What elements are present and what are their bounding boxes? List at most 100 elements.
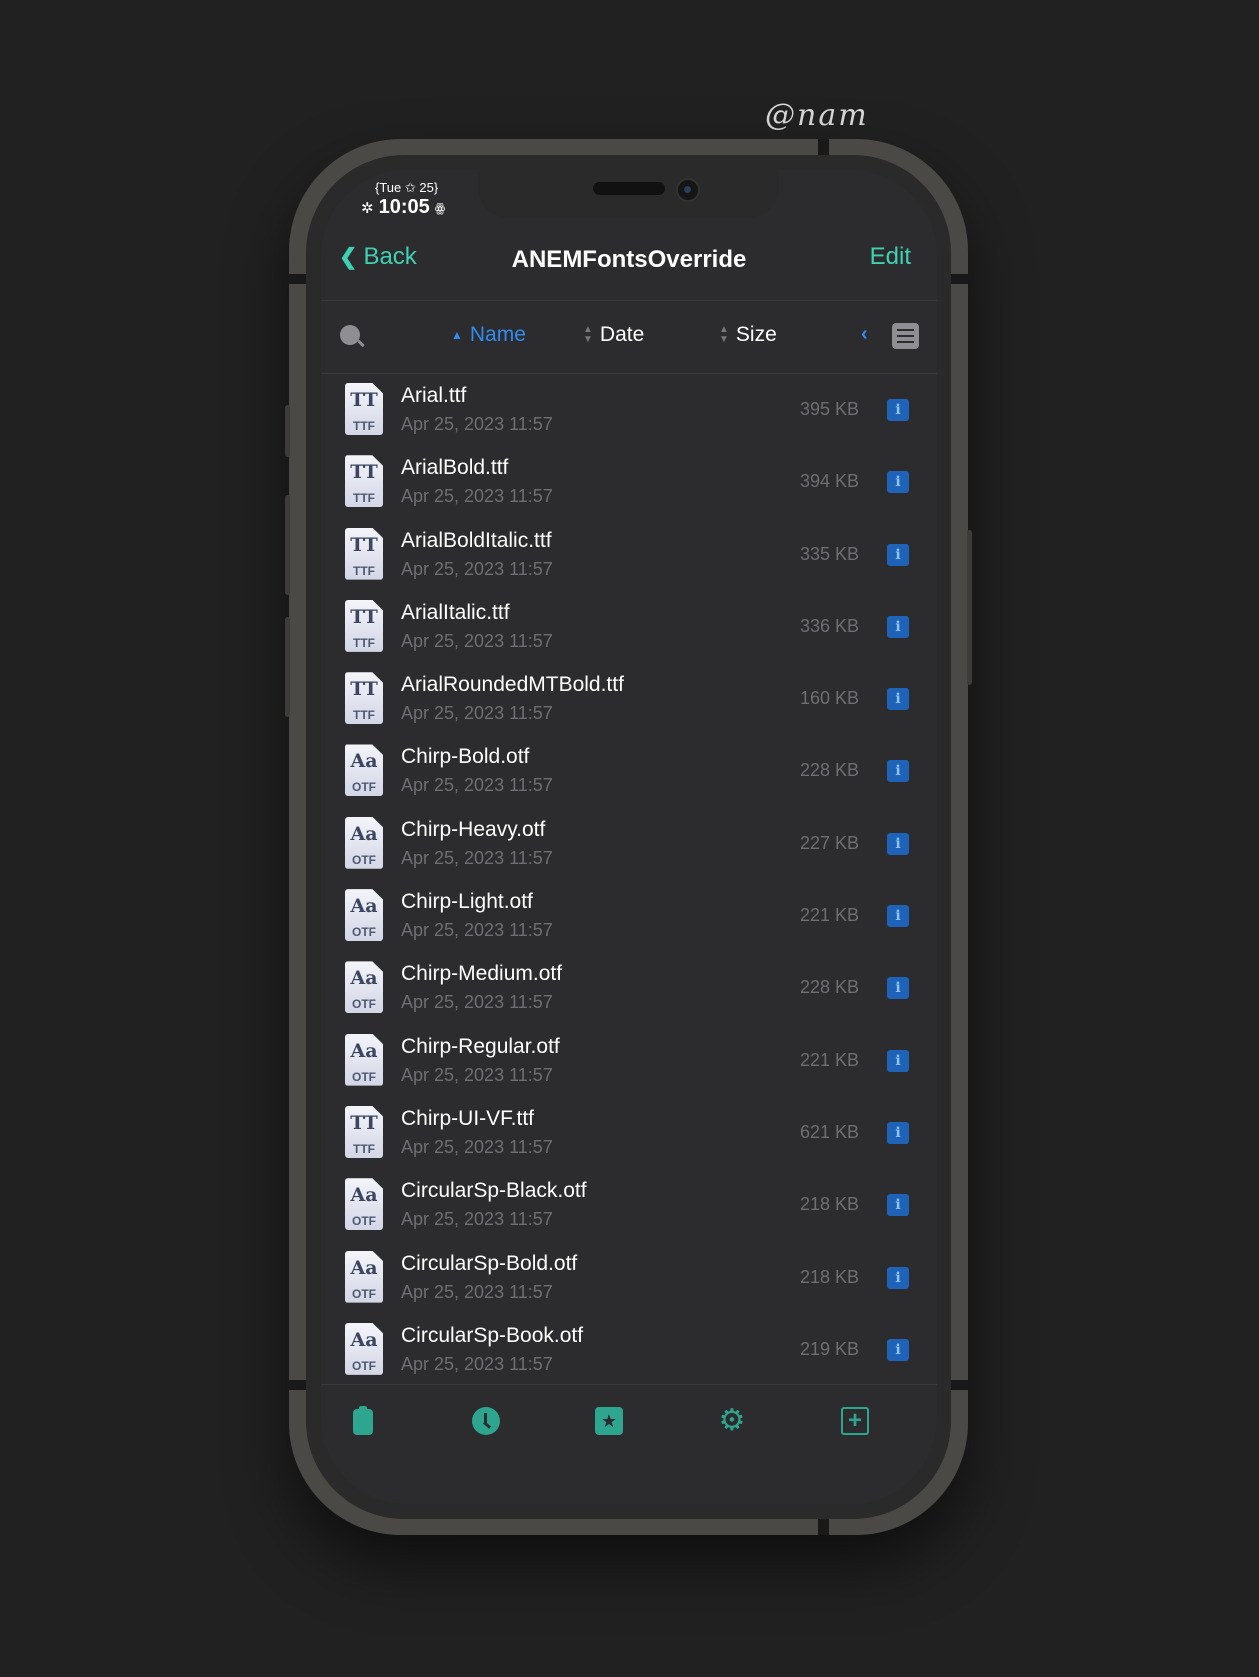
file-row[interactable]: Aa OTF Chirp-Bold.otf Apr 25, 2023 11:57 228… (321, 735, 937, 807)
ttf-font-file-icon: TT TTF (345, 672, 383, 725)
back-label: Back (363, 243, 417, 270)
volume-up-button (285, 495, 290, 595)
info-icon[interactable]: i (887, 760, 909, 783)
info-icon[interactable]: i (887, 615, 909, 638)
file-name: CircularSp-Black.otf (401, 1179, 587, 1203)
otf-font-file-icon: Aa OTF (345, 1033, 383, 1086)
font-glyph: Aa (350, 1328, 378, 1351)
file-extension: OTF (352, 1069, 376, 1084)
file-row[interactable]: TT TTF ArialRoundedMTBold.ttf Apr 25, 2023 … (321, 663, 937, 735)
antenna-band (818, 139, 829, 155)
file-size: 227 KB (799, 832, 859, 853)
info-icon[interactable]: i (887, 1194, 909, 1217)
otf-font-file-icon: Aa OTF (345, 961, 383, 1014)
search-icon[interactable] (340, 325, 360, 345)
status-bar: {Tue ✩ 25} ✲ 10:05 ꙮ (361, 180, 445, 219)
file-size: 621 KB (799, 1121, 859, 1142)
ttf-font-file-icon: TT TTF (345, 599, 383, 652)
font-glyph: Aa (350, 822, 378, 845)
otf-font-file-icon: Aa OTF (345, 1178, 383, 1231)
file-size: 228 KB (799, 977, 859, 998)
chevron-left-icon[interactable]: ‹ (861, 323, 868, 346)
font-glyph: TT (350, 389, 378, 411)
settings-small-icon: ✲ (361, 199, 374, 217)
file-extension: OTF (352, 852, 376, 867)
file-date: Apr 25, 2023 11:57 (401, 1064, 553, 1085)
status-time-row: ✲ 10:05 ꙮ (361, 196, 445, 219)
ttf-font-file-icon: TT TTF (345, 1105, 383, 1158)
otf-font-file-icon: Aa OTF (345, 744, 383, 797)
tab-clipboard[interactable] (349, 1406, 377, 1435)
file-row[interactable]: Aa OTF Chirp-Light.otf Apr 25, 2023 11:57 22… (321, 880, 937, 952)
sort-by-name[interactable]: ▲ Name (451, 323, 526, 347)
file-row[interactable]: Aa OTF CircularSp-Book.otf Apr 25, 2023 11:… (321, 1314, 937, 1384)
screen: {Tue ✩ 25} ✲ 10:05 ꙮ ❮ Back ANEMFontsOve… (321, 170, 937, 1504)
antenna-band (289, 274, 306, 284)
navigation-bar: ❮ Back ANEMFontsOverride Edit (321, 232, 937, 288)
file-extension: TTF (353, 563, 375, 578)
file-extension: OTF (352, 780, 376, 795)
file-date: Apr 25, 2023 11:57 (401, 1136, 553, 1157)
file-row[interactable]: Aa OTF Chirp-Regular.otf Apr 25, 2023 11:57… (321, 1025, 937, 1097)
info-icon[interactable]: i (887, 688, 909, 711)
file-row[interactable]: TT TTF Arial.ttf Apr 25, 2023 11:57 395 KB i (321, 374, 937, 446)
font-glyph: Aa (350, 1039, 378, 1062)
file-name: Chirp-Bold.otf (401, 745, 530, 769)
file-row[interactable]: Aa OTF CircularSp-Black.otf Apr 25, 2023 11… (321, 1169, 937, 1241)
file-row[interactable]: TT TTF ArialBold.ttf Apr 25, 2023 11:57 394 … (321, 446, 937, 518)
info-icon[interactable]: i (887, 1266, 909, 1289)
info-icon[interactable]: i (887, 832, 909, 855)
font-glyph: TT (350, 1111, 378, 1134)
file-row[interactable]: Aa OTF Chirp-Heavy.otf Apr 25, 2023 11:57 22… (321, 808, 937, 880)
tab-add[interactable]: + (841, 1407, 869, 1435)
ttf-font-file-icon: TT TTF (345, 383, 383, 435)
tab-settings[interactable]: ⚙ (718, 1406, 746, 1436)
tab-favorites[interactable]: ★ (595, 1407, 623, 1435)
volume-down-button (285, 617, 290, 717)
info-icon[interactable]: i (887, 977, 909, 1000)
file-row[interactable]: Aa OTF CircularSp-Bold.otf Apr 25, 2023 11:… (321, 1242, 937, 1314)
file-name: CircularSp-Book.otf (401, 1323, 584, 1347)
file-date: Apr 25, 2023 11:57 (401, 1209, 553, 1230)
file-extension: TTF (353, 491, 375, 506)
file-extension: TTF (353, 635, 375, 650)
tab-recent[interactable] (472, 1407, 500, 1435)
clipboard-icon (353, 1406, 373, 1435)
info-icon[interactable]: i (887, 1121, 909, 1144)
sort-size-label: Size (735, 323, 777, 346)
sort-by-date[interactable]: ▲ ▼ Date (583, 323, 644, 347)
info-icon[interactable]: i (887, 471, 909, 494)
font-glyph: Aa (350, 1256, 378, 1279)
file-extension: OTF (352, 925, 376, 940)
info-icon[interactable]: i (887, 543, 909, 566)
file-row[interactable]: Aa OTF Chirp-Medium.otf Apr 25, 2023 11:57 2… (321, 952, 937, 1024)
file-list: TT TTF Arial.ttf Apr 25, 2023 11:57 395 KB i T… (321, 374, 937, 1384)
chevron-left-icon: ❮ (339, 244, 358, 269)
info-icon[interactable]: i (887, 905, 909, 928)
file-size: 335 KB (799, 543, 859, 564)
antenna-band (289, 1380, 306, 1390)
file-size: 221 KB (799, 905, 859, 926)
info-icon[interactable]: i (887, 399, 909, 421)
sort-by-size[interactable]: ▲ ▼ Size (719, 323, 777, 347)
font-glyph: Aa (350, 967, 378, 990)
edit-button[interactable]: Edit (870, 243, 911, 271)
list-view-icon[interactable] (892, 323, 919, 349)
file-row[interactable]: TT TTF ArialItalic.ttf Apr 25, 2023 11:57 33… (321, 591, 937, 663)
font-glyph: Aa (350, 750, 378, 773)
file-date: Apr 25, 2023 11:57 (401, 920, 553, 941)
info-icon[interactable]: i (887, 1049, 909, 1072)
info-icon[interactable]: i (887, 1338, 909, 1361)
otf-font-file-icon: Aa OTF (345, 816, 383, 869)
file-extension: TTF (353, 419, 375, 433)
back-button[interactable]: ❮ Back (339, 243, 417, 271)
file-row[interactable]: TT TTF ArialBoldItalic.ttf Apr 25, 2023 11:… (321, 519, 937, 591)
file-size: 394 KB (799, 471, 859, 492)
status-date: {Tue ✩ 25} (375, 180, 439, 195)
file-row[interactable]: TT TTF Chirp-UI-VF.ttf Apr 25, 2023 11:57 62… (321, 1097, 937, 1169)
file-name: Chirp-Light.otf (401, 890, 533, 914)
file-size: 228 KB (799, 760, 859, 781)
file-extension: OTF (352, 1286, 376, 1301)
font-glyph: Aa (350, 1184, 378, 1207)
file-extension: OTF (352, 1214, 376, 1229)
